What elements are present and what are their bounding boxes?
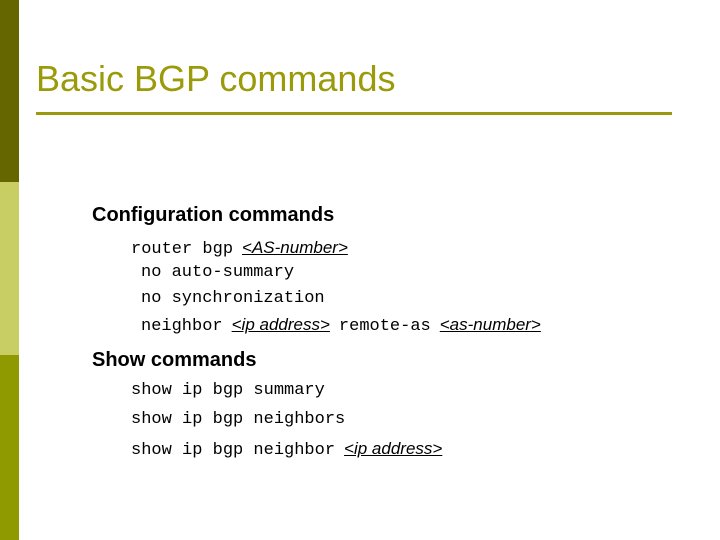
slide-body: Configuration commands router bgp <AS-num… [0, 0, 720, 540]
command-neighbor-remote-as: neighbor <ip address> remote-as <as-number> [141, 314, 541, 337]
command-show-ip-bgp-neighbor-text: show ip bgp neighbor [131, 441, 336, 460]
command-remote-as-keyword: remote-as [338, 317, 431, 336]
command-show-ip-bgp-summary: show ip bgp summary [131, 381, 325, 400]
command-router-bgp-text: router bgp [131, 240, 234, 259]
command-show-ip-bgp-neighbor: show ip bgp neighbor <ip address> [131, 438, 442, 461]
section-heading-configuration: Configuration commands [92, 204, 335, 226]
slide-canvas: Basic BGP commands Configuration command… [0, 0, 720, 540]
placeholder-ip-address: <ip address> [231, 315, 330, 334]
section-heading-show: Show commands [92, 349, 257, 371]
command-router-bgp: router bgp <AS-number> [131, 237, 348, 260]
command-no-synchronization: no synchronization [141, 289, 325, 308]
placeholder-ip-address-2: <ip address> [344, 439, 443, 458]
placeholder-as-number-2: <as-number> [439, 315, 541, 334]
command-no-auto-summary: no auto-summary [141, 263, 295, 282]
command-neighbor-keyword: neighbor [141, 317, 223, 336]
command-show-ip-bgp-neighbors: show ip bgp neighbors [131, 410, 346, 429]
placeholder-as-number: <AS-number> [242, 238, 348, 257]
